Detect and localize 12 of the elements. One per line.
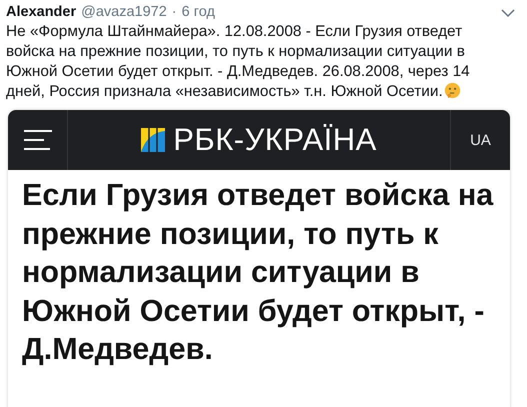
article-headline: Если Грузия отведет войска на прежние позиции, то путь к нормализации ситуации в Южной Осетии будет открыт, - Д.Медведев. bbox=[21, 177, 494, 368]
chevron-down-icon[interactable] bbox=[501, 8, 515, 18]
menu-icon bbox=[22, 128, 52, 152]
tweet-time[interactable]: 6 год bbox=[182, 4, 215, 20]
site-logo[interactable]: РБК-УКРАЇНА bbox=[173, 122, 377, 158]
author-name[interactable]: Alexander bbox=[6, 4, 76, 20]
separator: · bbox=[172, 4, 177, 20]
tweet-text: Не «Формула Штайнмайера». 12.08.2008 - Если Грузия отведет войска на прежние позиции, то путь к нормализации ситуации в Южной Осетии будет открыт. - Д.Медведев. 26.08.2008, через 14 дней, Россия признала «независимость» т.н. Южной Осетии. bbox=[6, 22, 471, 102]
logo-icon bbox=[141, 128, 166, 152]
author-handle[interactable]: @avaza1972 bbox=[81, 4, 167, 20]
language-button[interactable]: UA bbox=[470, 132, 491, 148]
thinking-face-icon bbox=[444, 82, 461, 99]
